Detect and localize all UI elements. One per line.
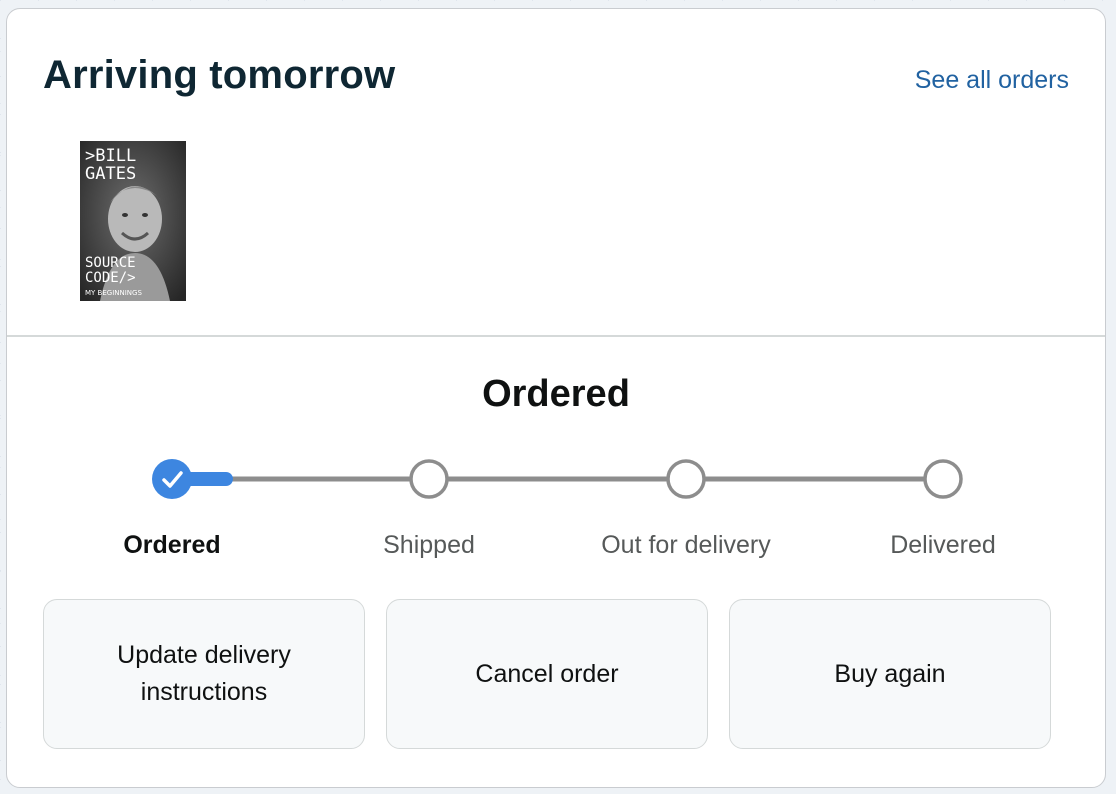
see-all-orders-link[interactable]: See all orders (915, 66, 1069, 95)
cover-line-1: >BILL (85, 146, 136, 166)
current-status-heading: Ordered (482, 373, 630, 415)
buy-again-button[interactable]: Buy again (729, 599, 1051, 749)
step-label-out-for-delivery: Out for delivery (601, 531, 771, 559)
update-delivery-instructions-button[interactable]: Update delivery instructions (43, 599, 365, 749)
step-label-shipped: Shipped (383, 531, 475, 559)
product-thumbnail[interactable]: >BILL GATES SOURCE CODE/> MY BEGINNINGS (80, 141, 186, 301)
cover-line-4: CODE/> (85, 270, 136, 286)
cover-line-5: MY BEGINNINGS (85, 289, 142, 297)
order-header: Arriving tomorrow See all orders >BILL G… (7, 9, 1105, 335)
card-title: Arriving tomorrow (43, 53, 396, 97)
cover-line-2: GATES (85, 164, 136, 184)
section-divider (7, 335, 1105, 337)
cover-line-3: SOURCE (85, 255, 136, 271)
step-label-ordered: Ordered (123, 531, 221, 559)
progress-tracker (152, 459, 963, 499)
order-card: Arriving tomorrow See all orders >BILL G… (6, 8, 1106, 788)
cancel-order-button[interactable]: Cancel order (386, 599, 708, 749)
step-node-shipped (409, 459, 449, 499)
step-node-out-for-delivery (666, 459, 706, 499)
step-node-delivered (923, 459, 963, 499)
step-node-ordered (152, 459, 192, 499)
step-label-delivered: Delivered (890, 531, 996, 559)
